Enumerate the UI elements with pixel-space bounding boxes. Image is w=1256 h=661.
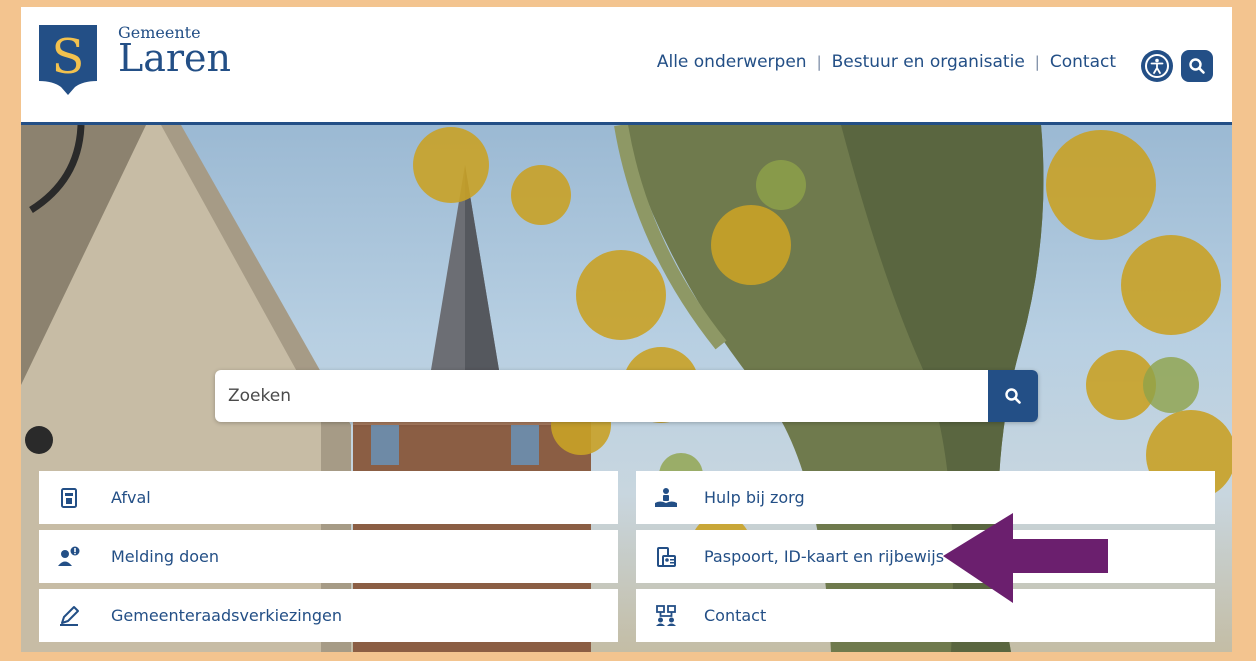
accessibility-button[interactable] (1141, 50, 1173, 82)
tile-label: Melding doen (111, 547, 220, 566)
top-navigation: Alle onderwerpen | Bestuur en organisati… (657, 52, 1116, 72)
search-input[interactable] (215, 370, 985, 422)
tile-hulp-bij-zorg[interactable]: Hulp bij zorg (636, 471, 1215, 524)
nav-separator: | (816, 53, 822, 71)
id-card-icon (652, 543, 680, 571)
pencil-icon (55, 602, 83, 630)
tile-label: Gemeenteraadsverkiezingen (111, 606, 343, 625)
report-person-icon (55, 543, 83, 571)
header-search-button[interactable] (1181, 50, 1213, 82)
search-icon (1005, 388, 1021, 404)
search-bar (215, 370, 1038, 422)
care-hands-icon (652, 484, 680, 512)
accessibility-icon (1145, 54, 1169, 78)
site-header: S Gemeente Laren Alle onderwerpen | Best… (21, 7, 1232, 125)
tile-afval[interactable]: Afval (39, 471, 618, 524)
tile-label: Hulp bij zorg (704, 488, 805, 507)
tile-label: Contact (704, 606, 767, 625)
nav-link-bestuur-en-organisatie[interactable]: Bestuur en organisatie (832, 52, 1025, 72)
waste-bin-icon (55, 484, 83, 512)
nav-link-alle-onderwerpen[interactable]: Alle onderwerpen (657, 52, 807, 72)
logo-text-laren: Laren (118, 36, 232, 80)
hero-banner: Afval Melding doen Gemeente (21, 125, 1232, 652)
nav-separator: | (1034, 53, 1040, 71)
annotation-arrow (943, 513, 1108, 603)
tile-contact[interactable]: Contact (636, 589, 1215, 642)
search-icon (1189, 58, 1205, 74)
tile-label: Paspoort, ID-kaart en rijbewijs (704, 547, 945, 566)
svg-text:S: S (52, 29, 85, 85)
tile-paspoort-id-kaart-rijbewijs[interactable]: Paspoort, ID-kaart en rijbewijs (636, 530, 1215, 583)
page-frame: S Gemeente Laren Alle onderwerpen | Best… (21, 7, 1232, 652)
tile-gemeenteraadsverkiezingen[interactable]: Gemeenteraadsverkiezingen (39, 589, 618, 642)
tile-label: Afval (111, 488, 151, 507)
nav-link-contact[interactable]: Contact (1050, 52, 1116, 72)
tile-melding-doen[interactable]: Melding doen (39, 530, 618, 583)
search-submit-button[interactable] (988, 370, 1038, 422)
contact-org-icon (652, 602, 680, 630)
municipality-logo[interactable]: S (39, 25, 97, 95)
